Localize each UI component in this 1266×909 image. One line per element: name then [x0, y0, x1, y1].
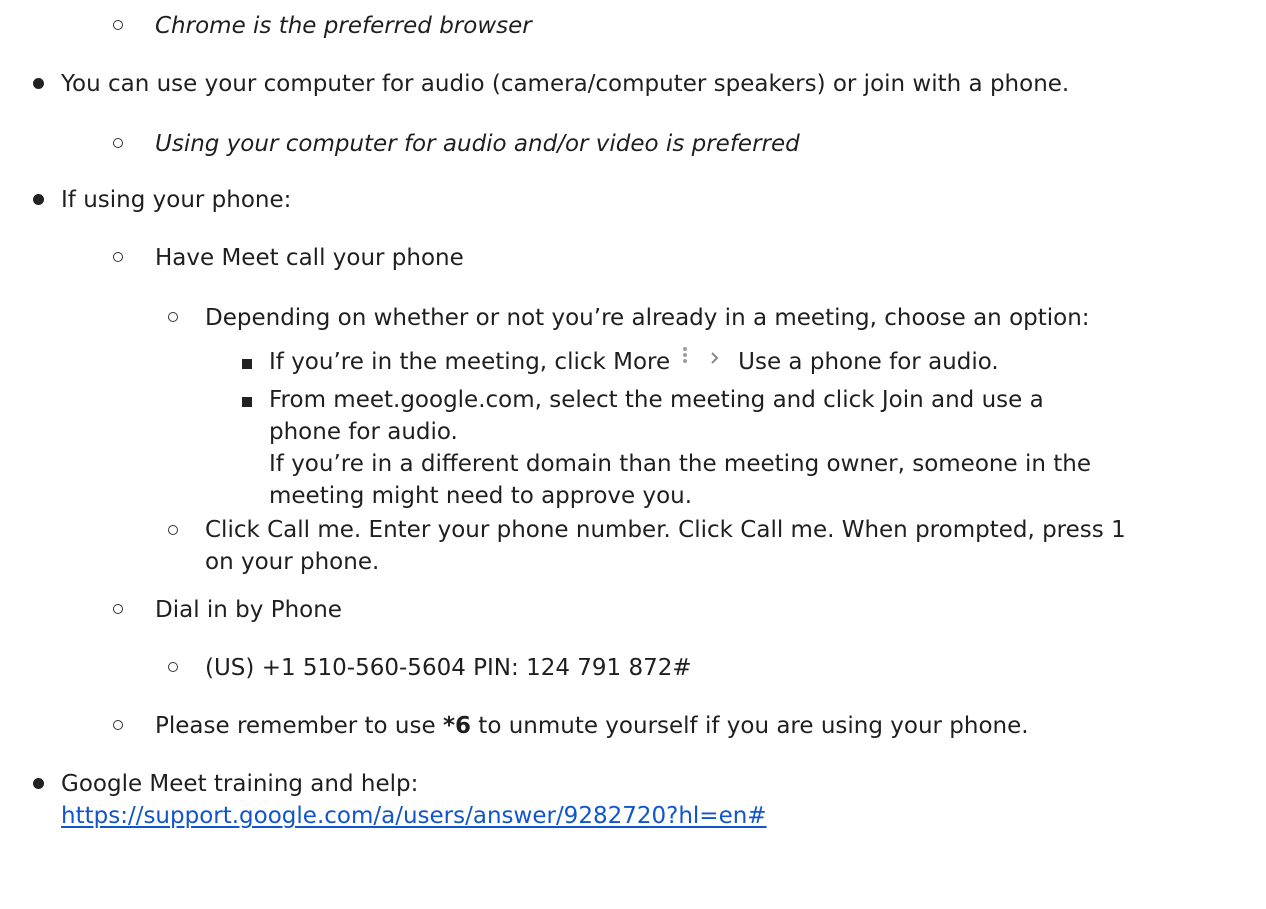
bullet-dot: [33, 778, 44, 789]
text-if-using-phone: If using your phone:: [61, 187, 292, 213]
help-link[interactable]: https://support.google.com/a/users/answe…: [61, 803, 767, 829]
bullet-square: [242, 359, 252, 369]
text-different-domain-2: meeting might need to approve you.: [269, 483, 693, 509]
text-in-meeting: If you’re in the meeting, click More Use …: [269, 346, 999, 377]
more-vert-icon: [682, 343, 694, 371]
bullet-ring: [113, 138, 123, 148]
text-phone-number: (US) +1 510-560-5604 PIN: 124 791 872#: [205, 655, 692, 681]
bullet-ring: [168, 312, 178, 322]
text-in-meeting-part2: Use a phone for audio.: [738, 349, 999, 375]
chevron-right-icon: [710, 344, 724, 372]
bullet-ring: [113, 604, 123, 614]
bullet-ring: [113, 720, 123, 730]
bullet-ring: [113, 20, 123, 30]
bullet-dot: [33, 194, 44, 205]
text-unmute-part1: Please remember to use: [155, 713, 443, 739]
text-depending: Depending on whether or not you’re alrea…: [205, 305, 1090, 331]
text-different-domain-1: If you’re in a different domain than the…: [269, 451, 1091, 477]
text-computer-audio: You can use your computer for audio (cam…: [61, 71, 1070, 97]
help-link-wrap: https://support.google.com/a/users/answe…: [61, 802, 767, 830]
bullet-square: [242, 397, 252, 407]
text-from-meet-1: From meet.google.com, select the meeting…: [269, 387, 1044, 413]
text-dial-in: Dial in by Phone: [155, 597, 342, 623]
text-unmute: Please remember to use *6 to unmute your…: [155, 712, 1029, 740]
text-audio-preferred: Using your computer for audio and/or vid…: [155, 131, 800, 157]
text-from-meet-2: phone for audio.: [269, 419, 458, 445]
text-in-meeting-part1: If you’re in the meeting, click More: [269, 349, 671, 375]
bullet-ring: [113, 252, 123, 262]
bullet-dot: [33, 78, 44, 89]
text-click-call-2: on your phone.: [205, 549, 380, 575]
text-training-help: Google Meet training and help:: [61, 771, 419, 797]
text-meet-call: Have Meet call your phone: [155, 245, 464, 271]
bullet-ring: [168, 525, 178, 535]
text-preferred-browser: Chrome is the preferred browser: [155, 13, 532, 39]
text-unmute-code: *6: [442, 713, 471, 739]
text-click-call-1: Click Call me. Enter your phone number. …: [205, 517, 1126, 543]
bullet-ring: [168, 662, 178, 672]
text-unmute-part2: to unmute yourself if you are using your…: [470, 713, 1029, 739]
